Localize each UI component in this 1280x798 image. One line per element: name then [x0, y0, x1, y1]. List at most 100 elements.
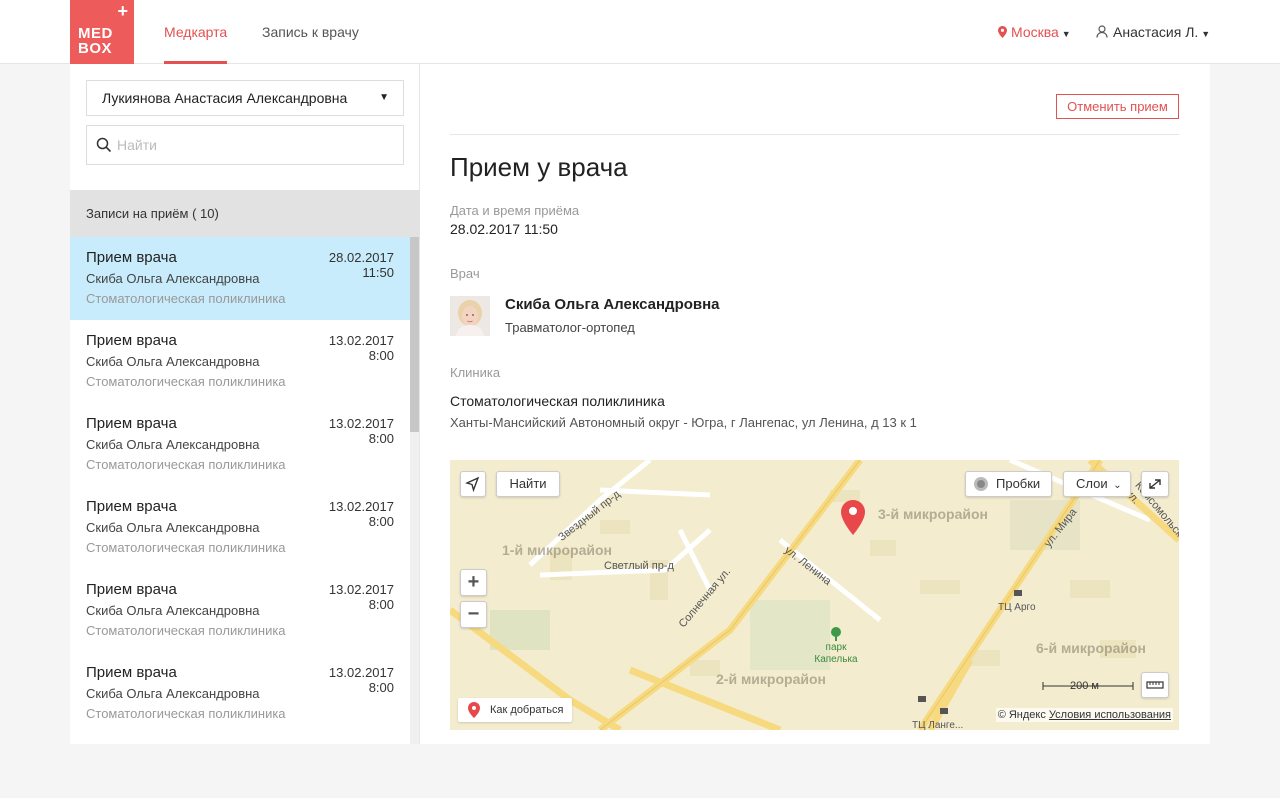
- page-title: Прием у врача: [450, 152, 628, 182]
- user-icon: [1096, 25, 1108, 38]
- route-pin-icon: [468, 702, 480, 718]
- datetime-label: Дата и время приёма: [450, 203, 580, 218]
- map-route-label: Как добраться: [490, 704, 564, 716]
- doctor-name: Скиба Ольга Александровна: [505, 296, 720, 313]
- appointments-sidebar: Лукиянова Анастасия Александровна ▼ Запи…: [70, 64, 420, 744]
- logo-text-line1: MED: [78, 25, 113, 42]
- divider: [450, 134, 1179, 135]
- appointment-datetime: 13.02.2017 8:00: [329, 582, 394, 612]
- expand-icon: [1149, 479, 1161, 489]
- map-traffic-button[interactable]: Пробки: [965, 471, 1052, 497]
- map-district-label: 6-й микрорайон: [1036, 640, 1146, 656]
- doctor-specialty: Травматолог-ортопед: [505, 320, 635, 335]
- appointment-datetime: 13.02.2017 8:00: [329, 416, 394, 446]
- map-district-label: 2-й микрорайон: [716, 671, 826, 687]
- list-scrollbar[interactable]: [410, 237, 419, 744]
- appointment-datetime: 13.02.2017 8:00: [329, 499, 394, 529]
- appointment-clinic: Стоматологическая поликлиника: [86, 540, 286, 555]
- appointment-date: 13.02.2017: [328, 333, 394, 348]
- map-route-button[interactable]: Как добраться: [458, 698, 572, 722]
- datetime-value: 28.02.2017 11:50: [450, 221, 558, 237]
- map-fullscreen-button[interactable]: [1141, 471, 1169, 497]
- map-locate-button[interactable]: [460, 471, 486, 497]
- appointment-time: 11:50: [362, 265, 394, 280]
- appointment-datetime: 13.02.2017 8:00: [329, 333, 394, 363]
- logo-text-line2: BOX: [78, 40, 113, 57]
- appointment-date: 13.02.2017: [328, 665, 394, 680]
- appointment-clinic: Стоматологическая поликлиника: [86, 291, 286, 306]
- appointment-date: 28.02.2017: [328, 250, 394, 265]
- map-zoom-out-button[interactable]: −: [460, 601, 487, 628]
- appointment-clinic: Стоматологическая поликлиника: [86, 374, 286, 389]
- map-copyright-text: © Яндекс: [997, 709, 1046, 721]
- clinic-name: Стоматологическая поликлиника: [450, 393, 665, 409]
- appointment-time: 8:00: [368, 597, 394, 612]
- map-district-label: 3-й микрорайон: [878, 506, 988, 522]
- location-pin-icon: [998, 26, 1007, 38]
- map-layers-button[interactable]: Слои ⌄: [1063, 471, 1131, 497]
- nav-tab-medcard[interactable]: Медкарта: [164, 0, 228, 64]
- chevron-down-icon: ⌄: [1113, 480, 1122, 491]
- patient-select[interactable]: Лукиянова Анастасия Александровна ▼: [86, 80, 404, 116]
- traffic-icon: [974, 477, 988, 491]
- appointment-item[interactable]: Прием врача Скиба Ольга Александровна Ст…: [70, 486, 410, 569]
- scrollbar-thumb[interactable]: [410, 237, 419, 432]
- search-icon: [96, 137, 112, 153]
- map-place-label: парк Капелька: [814, 642, 858, 665]
- chevron-down-icon: ▼: [1201, 29, 1211, 39]
- chevron-down-icon: ▼: [1061, 29, 1071, 39]
- appointment-date: 13.02.2017: [328, 499, 394, 514]
- clinic-address: Ханты-Мансийский Автономный округ - Югра…: [450, 415, 917, 430]
- map-zoom-in-button[interactable]: +: [460, 569, 487, 596]
- search-box[interactable]: [86, 125, 404, 165]
- map-layers-label: Слои: [1076, 476, 1108, 491]
- clinic-label: Клиника: [450, 365, 501, 380]
- cancel-appointment-button[interactable]: Отменить прием: [1056, 94, 1179, 119]
- appointment-item[interactable]: Прием врача Скиба Ольга Александровна Ст…: [70, 320, 410, 403]
- medbox-logo[interactable]: + MED BOX: [70, 0, 134, 64]
- appointment-item[interactable]: Прием врача Скиба Ольга Александровна Ст…: [70, 237, 410, 320]
- appointment-item[interactable]: Прием врача Скиба Ольга Александровна Ст…: [70, 569, 410, 652]
- map-scale-label: 200 м: [1070, 680, 1099, 692]
- map-district-label: 1-й микрорайон: [502, 542, 612, 558]
- location-arrow-icon: [465, 476, 480, 493]
- top-header: + MED BOX Медкарта Запись к врачу Москва…: [0, 0, 1280, 64]
- city-label: Москва: [1011, 24, 1059, 40]
- appointment-clinic: Стоматологическая поликлиника: [86, 706, 286, 721]
- search-input[interactable]: [117, 134, 387, 156]
- appointment-datetime: 13.02.2017 8:00: [329, 665, 394, 695]
- map-place-label: ТЦ Арго: [998, 602, 1036, 613]
- appointment-time: 8:00: [368, 431, 394, 446]
- city-selector[interactable]: Москва ▼: [998, 0, 1071, 64]
- map-street-label: Светлый пр-д: [604, 560, 674, 572]
- appointment-time: 8:00: [368, 514, 394, 529]
- doctor-label: Врач: [450, 266, 480, 281]
- appointment-item[interactable]: Прием врача Скиба Ольга Александровна Ст…: [70, 403, 410, 486]
- appointment-time: 8:00: [368, 348, 394, 363]
- map-traffic-label: Пробки: [996, 476, 1041, 491]
- user-menu[interactable]: Анастасия Л. ▼: [1096, 0, 1210, 64]
- map-place-label: ТЦ Ланге...: [912, 720, 964, 730]
- clinic-map[interactable]: 3-й микрорайон 1-й микрорайон 2-й микрор…: [450, 460, 1179, 730]
- appointment-clinic: Стоматологическая поликлиника: [86, 623, 286, 638]
- logo-plus-icon: +: [117, 1, 128, 21]
- appointments-list-header: Записи на приём ( 10): [70, 190, 420, 237]
- appointment-datetime: 28.02.2017 11:50: [329, 250, 394, 280]
- appointment-time: 8:00: [368, 680, 394, 695]
- appointment-date: 13.02.2017: [328, 416, 394, 431]
- map-copyright: © Яндекс Условия использования: [995, 708, 1173, 722]
- ruler-icon: [1146, 681, 1164, 689]
- nav-tab-doctor-booking[interactable]: Запись к врачу: [262, 0, 359, 64]
- map-ruler-button[interactable]: [1141, 672, 1169, 698]
- map-terms-link[interactable]: Условия использования: [1049, 709, 1171, 721]
- user-name: Анастасия Л.: [1113, 24, 1199, 40]
- appointment-item[interactable]: Прием врача Скиба Ольга Александровна Ст…: [70, 652, 410, 735]
- chevron-down-icon: ▼: [379, 92, 389, 103]
- appointments-list: Прием врача Скиба Ольга Александровна Ст…: [70, 237, 420, 744]
- appointment-details: Отменить прием Прием у врача Дата и врем…: [420, 64, 1210, 744]
- patient-name: Лукиянова Анастасия Александровна: [102, 90, 348, 106]
- appointment-date: 13.02.2017: [328, 582, 394, 597]
- doctor-avatar: [450, 296, 490, 336]
- map-find-button[interactable]: Найти: [496, 471, 560, 497]
- appointment-clinic: Стоматологическая поликлиника: [86, 457, 286, 472]
